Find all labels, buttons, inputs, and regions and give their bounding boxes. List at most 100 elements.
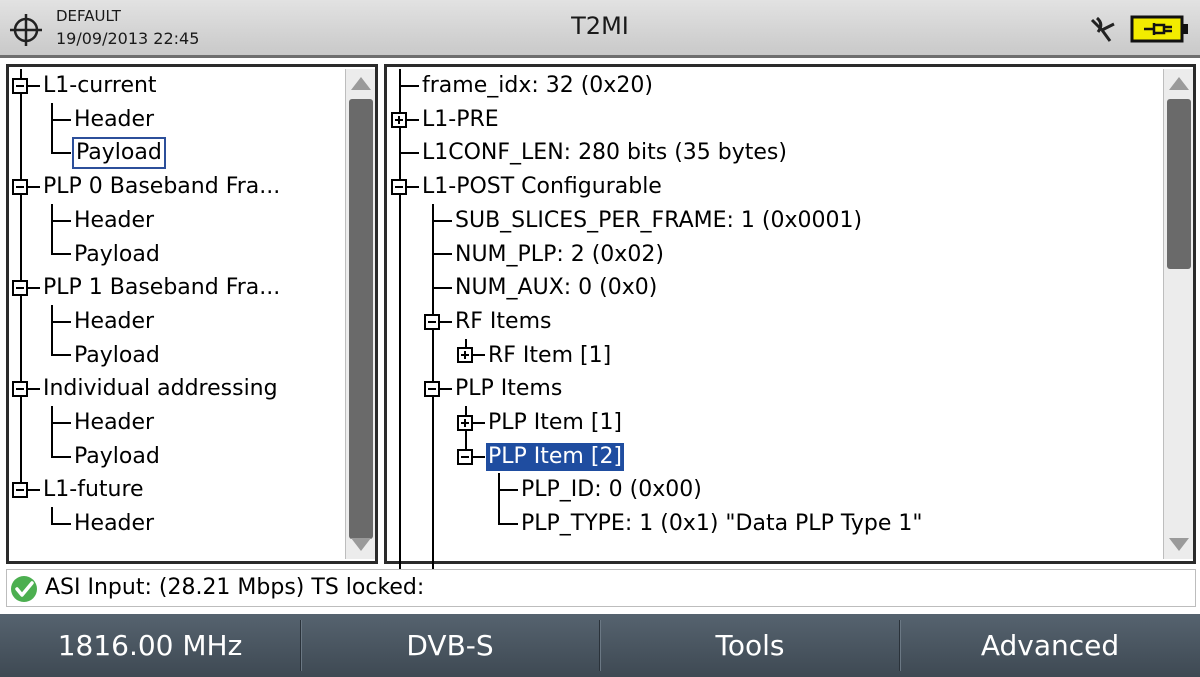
scroll-up-arrow-icon[interactable] xyxy=(349,73,373,93)
tree-branch-line xyxy=(432,287,452,290)
tree-item[interactable]: PLP 1 Baseband Fra... xyxy=(41,271,282,305)
tree-branch-line xyxy=(407,118,419,121)
collapse-minus-icon[interactable] xyxy=(391,178,407,195)
tree-guide-line xyxy=(498,473,500,524)
tree-item[interactable]: PLP_ID: 0 (0x00) xyxy=(519,473,704,507)
tree-item-label: Header xyxy=(74,207,155,233)
check-ok-icon xyxy=(11,576,37,602)
tree-branch-line xyxy=(51,320,71,323)
collapse-minus-icon[interactable] xyxy=(12,381,28,398)
tree-branch-line xyxy=(440,320,452,323)
tree-item[interactable]: L1-future xyxy=(41,473,146,507)
tree-branch-line xyxy=(440,388,452,391)
tree-item[interactable]: Header xyxy=(72,103,156,137)
scroll-thumb[interactable] xyxy=(1167,99,1191,269)
tree-item[interactable]: NUM_PLP: 2 (0x02) xyxy=(453,238,666,272)
tree-branch-line xyxy=(473,354,485,357)
tree-item[interactable]: RF Item [1] xyxy=(486,339,613,373)
tree-item[interactable]: SUB_SLICES_PER_FRAME: 1 (0x0001) xyxy=(453,204,864,238)
collapse-minus-icon[interactable] xyxy=(424,381,440,398)
tree-item[interactable]: NUM_AUX: 0 (0x0) xyxy=(453,271,659,305)
tree-branch-line xyxy=(473,455,485,458)
tree-item-label: L1CONF_LEN: 280 bits (35 bytes) xyxy=(422,140,787,166)
tree-item[interactable]: L1CONF_LEN: 280 bits (35 bytes) xyxy=(420,136,789,170)
expand-plus-icon[interactable] xyxy=(457,414,473,431)
tree-branch-line xyxy=(51,118,71,121)
scroll-down-arrow-icon[interactable] xyxy=(1167,535,1191,555)
status-text: ASI Input: (28.21 Mbps) TS locked: xyxy=(45,575,425,600)
tree-branch-line xyxy=(498,522,518,525)
tree-item-label: Header xyxy=(74,106,155,132)
tree-item[interactable]: L1-PRE xyxy=(420,103,501,137)
page-title: T2MI xyxy=(571,12,629,40)
tree-item[interactable]: Individual addressing xyxy=(41,372,280,406)
tree-item[interactable]: Payload xyxy=(72,339,162,373)
tree-item[interactable]: Payload xyxy=(72,238,162,272)
tree-branch-line xyxy=(407,185,419,188)
status-bar: ASI Input: (28.21 Mbps) TS locked: xyxy=(6,569,1196,607)
tree-item[interactable]: frame_idx: 32 (0x20) xyxy=(420,69,655,103)
satellite-icon xyxy=(1090,16,1115,42)
tree-item[interactable]: Header xyxy=(72,305,156,339)
tree-item-label: PLP 0 Baseband Fra... xyxy=(43,174,281,200)
tree-branch-line xyxy=(432,253,452,256)
tree-item-label: PLP Item [2] xyxy=(486,442,625,471)
tree-item[interactable]: Header xyxy=(72,507,156,541)
expand-plus-icon[interactable] xyxy=(391,111,407,128)
softkey-frequency[interactable]: 1816.00 MHz xyxy=(0,614,300,677)
tree-item[interactable]: L1-POST Configurable xyxy=(420,170,664,204)
expand-plus-icon[interactable] xyxy=(457,347,473,364)
tree-item[interactable]: RF Items xyxy=(453,305,553,339)
collapse-minus-icon[interactable] xyxy=(12,280,28,297)
tree-item-label: Payload xyxy=(74,443,160,469)
softkey-advanced[interactable]: Advanced xyxy=(900,614,1200,677)
scroll-down-arrow-icon[interactable] xyxy=(349,535,373,555)
tree-item[interactable]: Payload xyxy=(72,136,166,170)
collapse-minus-icon[interactable] xyxy=(12,77,28,94)
tree-branch-line xyxy=(51,253,71,256)
tree-item[interactable]: PLP Item [1] xyxy=(486,406,624,440)
left-scrollbar[interactable] xyxy=(345,69,375,559)
softkey-bar: 1816.00 MHz DVB-S Tools Advanced xyxy=(0,614,1200,677)
tree-guide-line xyxy=(51,507,53,524)
tree-item-label: NUM_PLP: 2 (0x02) xyxy=(455,241,664,267)
tree-item[interactable]: Payload xyxy=(72,440,162,474)
tree-branch-line xyxy=(432,219,452,222)
scroll-thumb[interactable] xyxy=(349,99,373,539)
tree-item[interactable]: PLP_TYPE: 1 (0x1) "Data PLP Type 1" xyxy=(519,507,924,541)
tree-item-label: SUB_SLICES_PER_FRAME: 1 (0x0001) xyxy=(455,207,863,233)
collapse-minus-icon[interactable] xyxy=(12,482,28,499)
tree-item-label: RF Item [1] xyxy=(488,342,612,368)
tree-item-label: Header xyxy=(74,511,155,537)
softkey-standard[interactable]: DVB-S xyxy=(300,614,600,677)
tree-item[interactable]: PLP Item [2] xyxy=(486,440,625,474)
collapse-minus-icon[interactable] xyxy=(12,178,28,195)
tree-branch-line xyxy=(498,489,518,492)
title-bar: DEFAULT 19/09/2013 22:45 T2MI xyxy=(0,0,1200,58)
tree-item-label: L1-PRE xyxy=(422,106,499,132)
tree-branch-line xyxy=(51,421,71,424)
scroll-up-arrow-icon[interactable] xyxy=(1167,73,1191,93)
tree-item-label: Payload xyxy=(72,137,166,170)
tree-branch-line xyxy=(51,219,71,222)
tree-guide-line xyxy=(51,406,53,457)
tree-item-label: PLP Items xyxy=(455,376,563,402)
tree-branch-line xyxy=(28,185,40,188)
tree-branch-line xyxy=(28,84,40,87)
tree-branch-line xyxy=(473,421,485,424)
left-tree-panel: L1-current Header Payload PLP 0 Baseband Fr… xyxy=(6,64,378,564)
tree-item[interactable]: Header xyxy=(72,204,156,238)
tree-item[interactable]: Header xyxy=(72,406,156,440)
softkey-tools[interactable]: Tools xyxy=(600,614,900,677)
tree-item-label: L1-future xyxy=(43,477,144,503)
right-scrollbar[interactable] xyxy=(1163,69,1193,559)
collapse-minus-icon[interactable] xyxy=(457,448,473,465)
tree-branch-line xyxy=(51,354,71,357)
collapse-minus-icon[interactable] xyxy=(424,313,440,330)
tree-item[interactable]: PLP 0 Baseband Fra... xyxy=(41,170,282,204)
tree-branch-line xyxy=(51,522,71,525)
tree-item-label: Individual addressing xyxy=(43,376,278,402)
tree-item-label: RF Items xyxy=(455,308,552,334)
tree-item[interactable]: PLP Items xyxy=(453,372,564,406)
tree-item[interactable]: L1-current xyxy=(41,69,159,103)
